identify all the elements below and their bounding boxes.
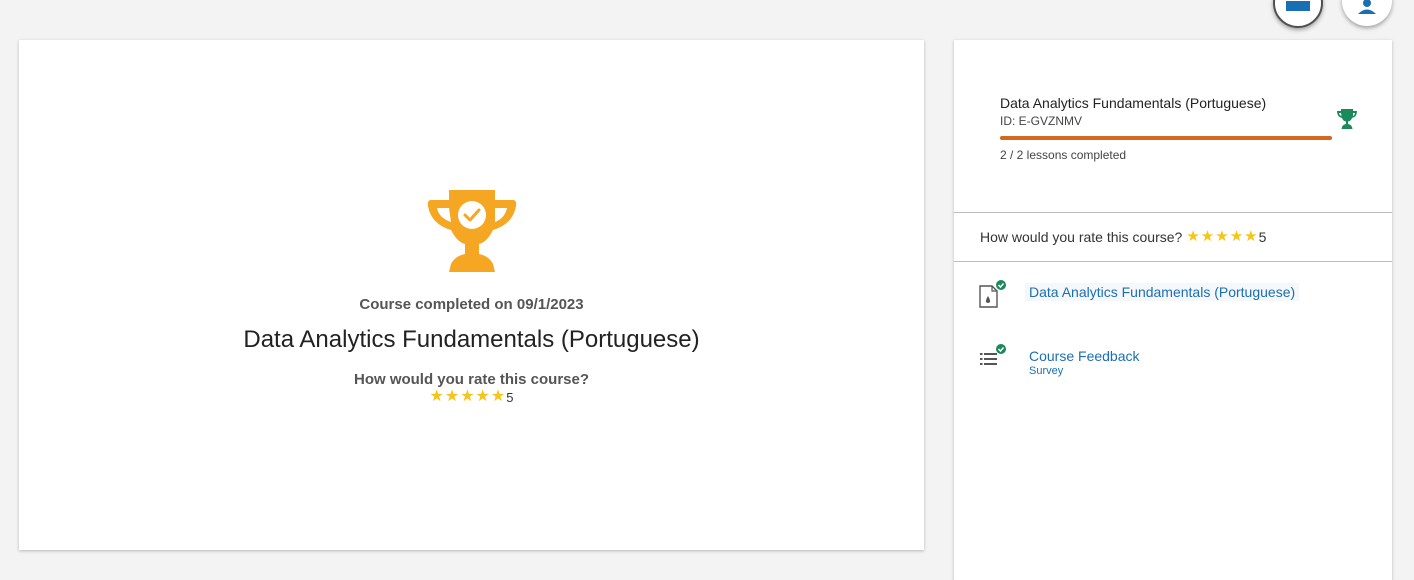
star-icon[interactable]: ★ xyxy=(1201,229,1214,245)
apps-icon xyxy=(1286,1,1310,11)
lesson-type: Survey xyxy=(1029,365,1064,377)
star-icon[interactable]: ★ xyxy=(430,389,444,405)
rating-value: 5 xyxy=(506,389,514,405)
rating-stars[interactable]: ★ ★ ★ ★ ★ 5 xyxy=(19,389,924,405)
sidebar-rating[interactable]: How would you rate this course? ★ ★ ★ ★ … xyxy=(980,229,1267,246)
divider xyxy=(954,261,1392,262)
lesson-title[interactable]: Data Analytics Fundamentals (Portuguese) xyxy=(1025,283,1300,301)
document-icon xyxy=(979,280,1006,308)
lessons-completed: 2 / 2 lessons completed xyxy=(1000,148,1127,162)
star-icon[interactable]: ★ xyxy=(491,389,505,405)
star-icon[interactable]: ★ xyxy=(476,389,490,405)
star-icon[interactable]: ★ xyxy=(445,389,459,405)
check-icon xyxy=(996,344,1006,354)
course-sidebar: Data Analytics Fundamentals (Portuguese)… xyxy=(954,40,1392,580)
progress-fill xyxy=(1000,136,1332,140)
star-icon[interactable]: ★ xyxy=(1186,229,1199,245)
sidebar-course-title: Data Analytics Fundamentals (Portuguese) xyxy=(1000,95,1267,111)
course-title: Data Analytics Fundamentals (Portuguese) xyxy=(243,326,700,353)
apps-button[interactable] xyxy=(1273,0,1323,28)
star-icon[interactable]: ★ xyxy=(1215,229,1228,245)
check-icon xyxy=(996,280,1006,290)
divider xyxy=(954,212,1392,213)
rating-question: How would you rate this course? xyxy=(353,371,590,388)
user-menu-button[interactable] xyxy=(1342,0,1392,26)
list-icon xyxy=(980,344,1006,365)
trophy-check-icon xyxy=(427,190,517,272)
progress-bar xyxy=(1000,136,1332,140)
user-icon xyxy=(1358,0,1376,14)
completion-date: Course completed on 09/1/2023 xyxy=(359,296,584,313)
trophy-icon xyxy=(1337,109,1357,129)
star-icon[interactable]: ★ xyxy=(1244,229,1257,245)
star-icon[interactable]: ★ xyxy=(1230,229,1243,245)
lesson-title[interactable]: Course Feedback xyxy=(1029,348,1140,364)
course-id: ID: E-GVZNMV xyxy=(1000,114,1083,128)
completion-card: Course completed on 09/1/2023 Data Analy… xyxy=(19,40,924,550)
rating-value: 5 xyxy=(1258,229,1267,245)
rating-question: How would you rate this course? xyxy=(980,229,1183,245)
star-icon[interactable]: ★ xyxy=(460,389,474,405)
